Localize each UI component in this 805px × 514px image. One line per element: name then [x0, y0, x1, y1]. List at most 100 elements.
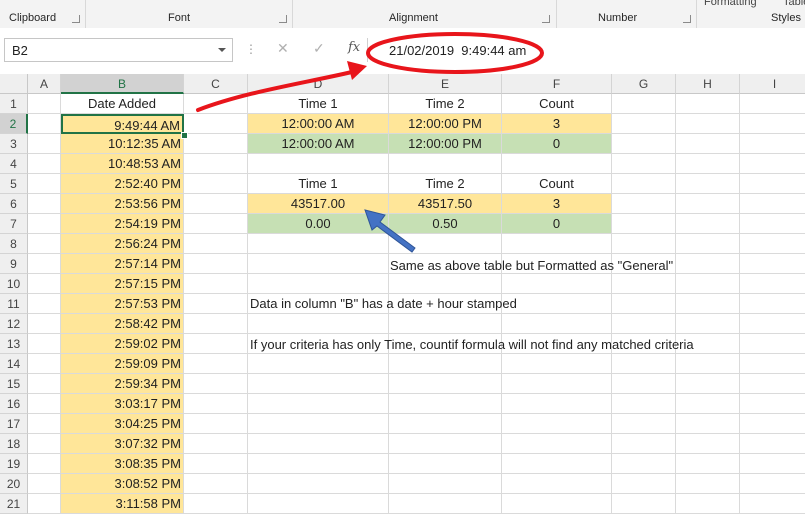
- cell-h3[interactable]: [676, 134, 740, 154]
- cell-e19[interactable]: [389, 454, 502, 474]
- cell-f16[interactable]: [502, 394, 612, 414]
- cell-a18[interactable]: [28, 434, 61, 454]
- cell-h11[interactable]: [676, 294, 740, 314]
- cell-e8[interactable]: [389, 234, 502, 254]
- cell-f6[interactable]: 3: [502, 194, 612, 214]
- column-header-a[interactable]: A: [28, 74, 61, 94]
- cell-g11[interactable]: [612, 294, 676, 314]
- cell-a13[interactable]: [28, 334, 61, 354]
- cell-d3[interactable]: 12:00:00 AM: [248, 134, 389, 154]
- cell-i20[interactable]: [740, 474, 805, 494]
- cell-i17[interactable]: [740, 414, 805, 434]
- cell-b4[interactable]: 10:48:53 AM: [61, 154, 184, 174]
- cell-b17[interactable]: 3:04:25 PM: [61, 414, 184, 434]
- cell-i15[interactable]: [740, 374, 805, 394]
- cell-i21[interactable]: [740, 494, 805, 514]
- cell-i7[interactable]: [740, 214, 805, 234]
- cell-i1[interactable]: [740, 94, 805, 114]
- cell-g18[interactable]: [612, 434, 676, 454]
- cell-a8[interactable]: [28, 234, 61, 254]
- cell-i18[interactable]: [740, 434, 805, 454]
- cell-g12[interactable]: [612, 314, 676, 334]
- table2-header[interactable]: Count: [502, 174, 612, 194]
- cell-d20[interactable]: [248, 474, 389, 494]
- cell-f2[interactable]: 3: [502, 114, 612, 134]
- date-added-header[interactable]: Date Added: [61, 94, 184, 114]
- row-header-16[interactable]: 16: [0, 394, 28, 414]
- cell-g21[interactable]: [612, 494, 676, 514]
- cell-g10[interactable]: [612, 274, 676, 294]
- column-header-i[interactable]: I: [740, 74, 805, 94]
- insert-function-icon[interactable]: fx: [348, 40, 360, 55]
- cell-i8[interactable]: [740, 234, 805, 254]
- cell-h17[interactable]: [676, 414, 740, 434]
- cell-b21[interactable]: 3:11:58 PM: [61, 494, 184, 514]
- cell-h14[interactable]: [676, 354, 740, 374]
- clipboard-launcher-icon[interactable]: [72, 15, 80, 23]
- cell-c14[interactable]: [184, 354, 248, 374]
- cell-g15[interactable]: [612, 374, 676, 394]
- cell-e17[interactable]: [389, 414, 502, 434]
- column-header-d[interactable]: D: [248, 74, 389, 94]
- table1-header[interactable]: Time 2: [389, 94, 502, 114]
- row-header-8[interactable]: 8: [0, 234, 28, 254]
- cell-f10[interactable]: [502, 274, 612, 294]
- cell-d7[interactable]: 0.00: [248, 214, 389, 234]
- cell-e2[interactable]: 12:00:00 PM: [389, 114, 502, 134]
- cell-g7[interactable]: [612, 214, 676, 234]
- cell-g6[interactable]: [612, 194, 676, 214]
- cell-i16[interactable]: [740, 394, 805, 414]
- cell-e12[interactable]: [389, 314, 502, 334]
- cell-c17[interactable]: [184, 414, 248, 434]
- cell-a5[interactable]: [28, 174, 61, 194]
- cell-h7[interactable]: [676, 214, 740, 234]
- cell-b13[interactable]: 2:59:02 PM: [61, 334, 184, 354]
- cell-g1[interactable]: [612, 94, 676, 114]
- cell-f12[interactable]: [502, 314, 612, 334]
- cell-c3[interactable]: [184, 134, 248, 154]
- cell-g2[interactable]: [612, 114, 676, 134]
- cell-b19[interactable]: 3:08:35 PM: [61, 454, 184, 474]
- fill-handle[interactable]: [181, 132, 188, 139]
- cell-f17[interactable]: [502, 414, 612, 434]
- cell-i14[interactable]: [740, 354, 805, 374]
- cell-e16[interactable]: [389, 394, 502, 414]
- cell-a6[interactable]: [28, 194, 61, 214]
- cell-c13[interactable]: [184, 334, 248, 354]
- cell-h5[interactable]: [676, 174, 740, 194]
- row-header-9[interactable]: 9: [0, 254, 28, 274]
- column-header-b[interactable]: B: [61, 74, 184, 94]
- table1-header[interactable]: Count: [502, 94, 612, 114]
- cell-f18[interactable]: [502, 434, 612, 454]
- cell-c11[interactable]: [184, 294, 248, 314]
- cell-d12[interactable]: [248, 314, 389, 334]
- cell-g14[interactable]: [612, 354, 676, 374]
- cell-a3[interactable]: [28, 134, 61, 154]
- column-header-g[interactable]: G: [612, 74, 676, 94]
- cell-g20[interactable]: [612, 474, 676, 494]
- cell-b11[interactable]: 2:57:53 PM: [61, 294, 184, 314]
- cell-i9[interactable]: [740, 254, 805, 274]
- column-header-f[interactable]: F: [502, 74, 612, 94]
- cell-c12[interactable]: [184, 314, 248, 334]
- cell-d14[interactable]: [248, 354, 389, 374]
- cell-d18[interactable]: [248, 434, 389, 454]
- cell-f7[interactable]: 0: [502, 214, 612, 234]
- cell-c16[interactable]: [184, 394, 248, 414]
- cell-c5[interactable]: [184, 174, 248, 194]
- cell-a2[interactable]: [28, 114, 61, 134]
- cell-d19[interactable]: [248, 454, 389, 474]
- number-launcher-icon[interactable]: [683, 15, 691, 23]
- cell-c19[interactable]: [184, 454, 248, 474]
- cell-a11[interactable]: [28, 294, 61, 314]
- cell-e7[interactable]: 0.50: [389, 214, 502, 234]
- cell-e6[interactable]: 43517.50: [389, 194, 502, 214]
- row-header-3[interactable]: 3: [0, 134, 28, 154]
- cell-a19[interactable]: [28, 454, 61, 474]
- cell-a16[interactable]: [28, 394, 61, 414]
- row-header-12[interactable]: 12: [0, 314, 28, 334]
- cell-h12[interactable]: [676, 314, 740, 334]
- cell-i6[interactable]: [740, 194, 805, 214]
- cell-h16[interactable]: [676, 394, 740, 414]
- cell-e20[interactable]: [389, 474, 502, 494]
